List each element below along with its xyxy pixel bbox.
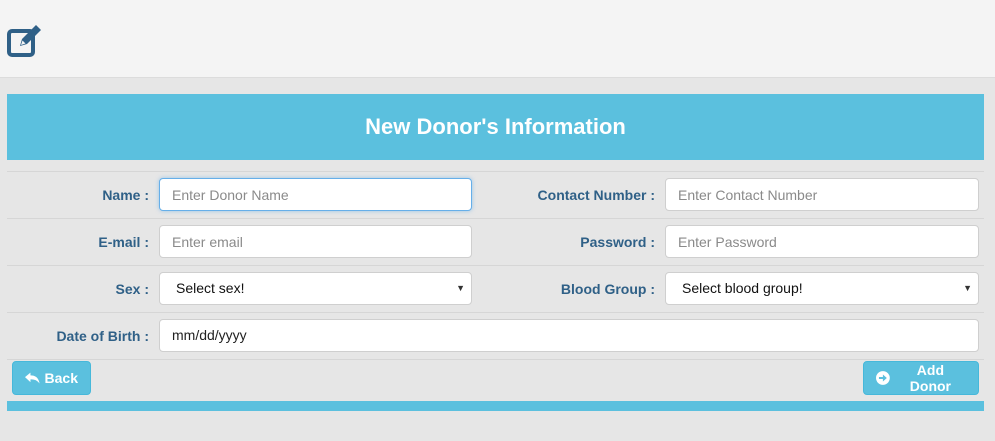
panel-header: New Donor's Information <box>7 94 984 160</box>
contact-number-label: Contact Number : <box>537 187 655 203</box>
email-label: E-mail : <box>98 234 149 250</box>
sex-select-value: Select sex! <box>176 280 245 296</box>
sex-label: Sex : <box>115 281 149 297</box>
donor-name-input[interactable] <box>159 178 472 211</box>
form-row-name-contact: Name : Contact Number : <box>7 171 984 218</box>
chevron-down-icon: ▼ <box>963 283 972 293</box>
blood-group-select[interactable]: Select blood group! ▼ <box>665 272 979 305</box>
dob-label: Date of Birth : <box>56 328 149 344</box>
edit-icon[interactable] <box>6 24 42 58</box>
add-donor-button-label: Add Donor <box>909 362 951 394</box>
form-row-sex-blood: Sex : Select sex! ▼ Blood Group : Select… <box>7 265 984 312</box>
add-donor-button[interactable]: Add Donor <box>863 361 979 395</box>
arrow-circle-right-icon <box>876 371 890 385</box>
reply-icon <box>25 372 40 383</box>
dob-value: mm/dd/yyyy <box>172 327 247 343</box>
panel-footer-bar <box>7 401 984 411</box>
name-label: Name : <box>102 187 149 203</box>
dob-input[interactable]: mm/dd/yyyy <box>159 319 979 352</box>
form-row-dob: Date of Birth : mm/dd/yyyy <box>7 312 984 360</box>
password-label: Password : <box>580 234 655 250</box>
top-bar <box>0 0 995 78</box>
back-button-label: Back <box>44 370 78 386</box>
sex-select[interactable]: Select sex! ▼ <box>159 272 472 305</box>
chevron-down-icon: ▼ <box>456 283 465 293</box>
back-button[interactable]: Back <box>12 361 91 395</box>
email-input[interactable] <box>159 225 472 258</box>
donor-form-panel: New Donor's Information Name : Contact N… <box>7 94 984 411</box>
form-row-email-password: E-mail : Password : <box>7 218 984 265</box>
panel-title: New Donor's Information <box>365 114 626 139</box>
blood-group-select-value: Select blood group! <box>682 280 803 296</box>
contact-number-input[interactable] <box>665 178 979 211</box>
blood-group-label: Blood Group : <box>560 281 655 297</box>
password-input[interactable] <box>665 225 979 258</box>
form-rows: Name : Contact Number : E-mail : Passwor… <box>7 171 984 360</box>
